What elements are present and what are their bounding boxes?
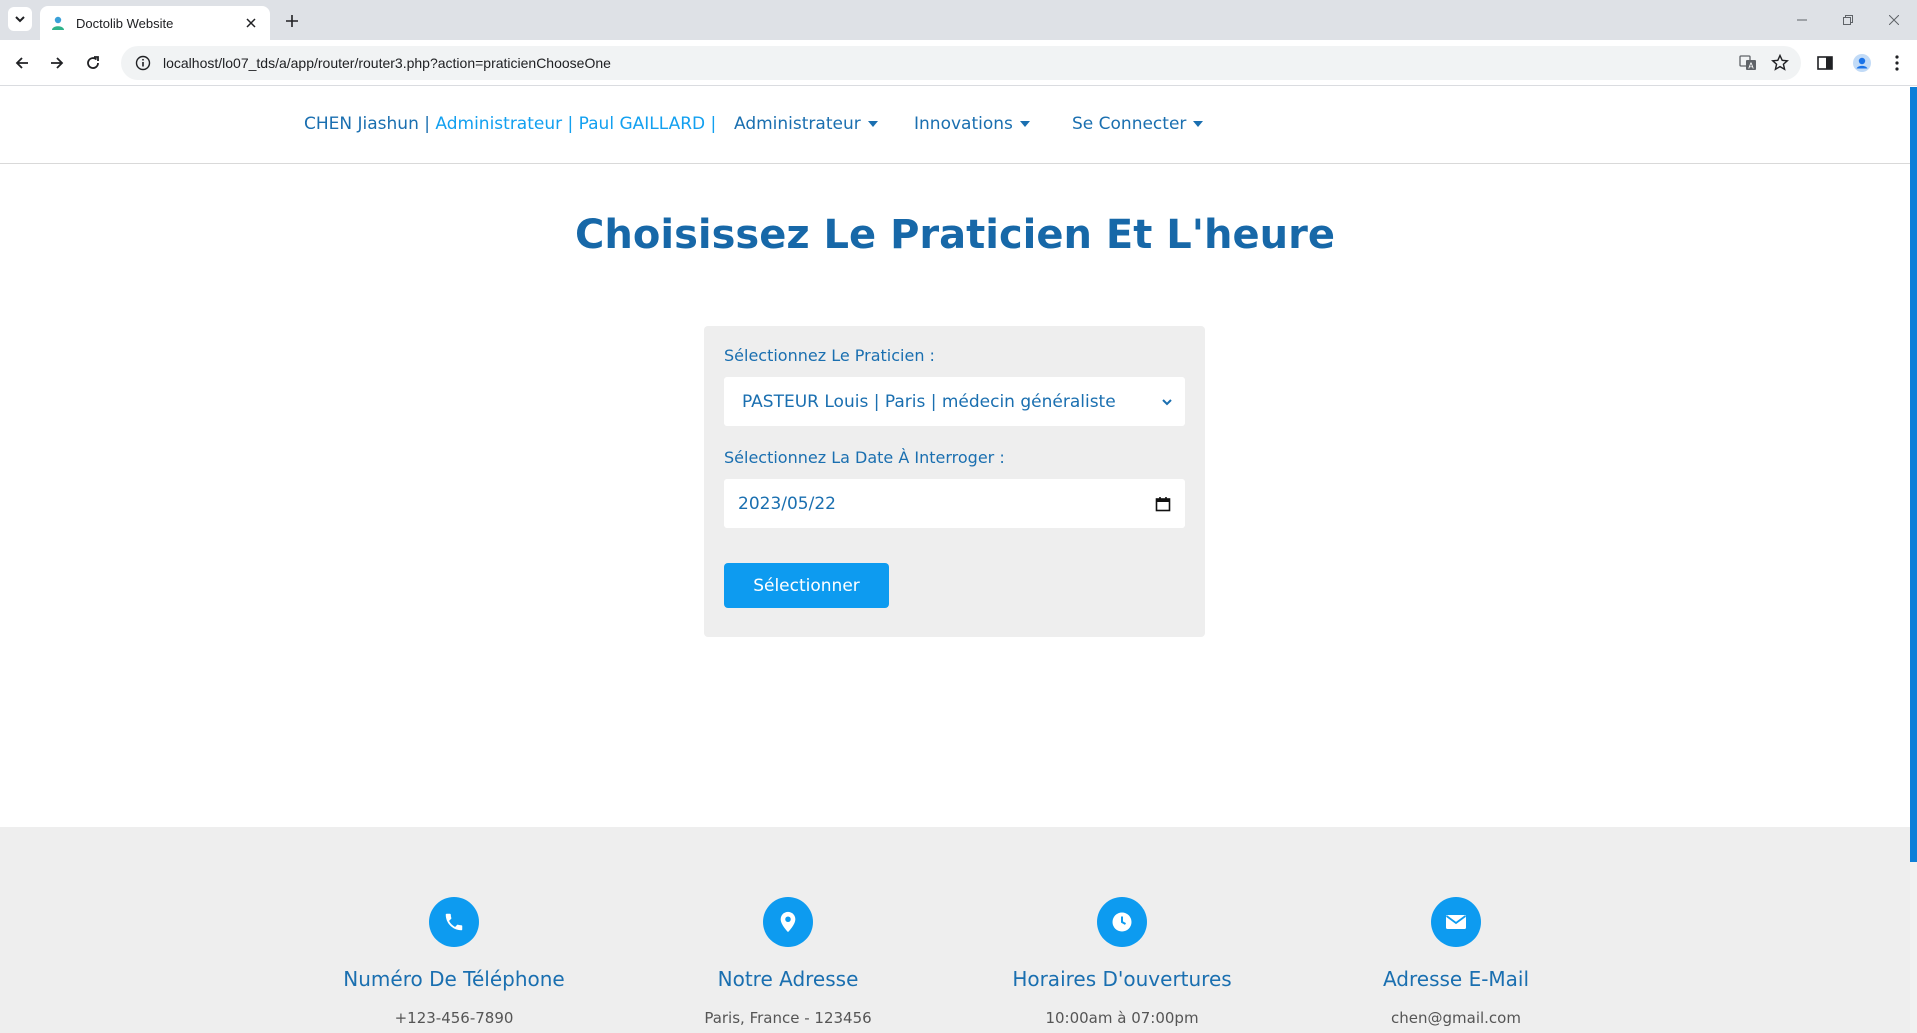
footer-email-text: chen@gmail.com xyxy=(1391,1009,1521,1027)
translate-icon[interactable]: A xyxy=(1739,54,1757,72)
nav-dropdown-se-connecter-label: Se Connecter xyxy=(1072,114,1187,134)
chevron-down-icon xyxy=(15,16,25,23)
navbar-user-info: CHEN Jiashun | Administrateur | Paul GAI… xyxy=(304,114,716,134)
calendar-icon[interactable] xyxy=(1155,496,1171,512)
address-bar[interactable]: localhost/lo07_tds/a/app/router/router3.… xyxy=(121,46,1801,80)
site-info-icon[interactable] xyxy=(135,55,151,71)
contact-footer: Numéro De Téléphone +123-456-7890 Notre … xyxy=(0,827,1910,1033)
plus-icon xyxy=(286,15,298,27)
side-panel-icon xyxy=(1817,56,1833,70)
minimize-button[interactable] xyxy=(1779,0,1825,40)
nav-dropdown-administrateur[interactable]: Administrateur xyxy=(734,114,878,134)
date-input-value: 2023/05/22 xyxy=(738,493,836,514)
site-navbar: CHEN Jiashun | Administrateur | Paul GAI… xyxy=(0,87,1910,164)
url-text[interactable]: localhost/lo07_tds/a/app/router/router3.… xyxy=(163,55,1739,71)
page-title: Choisissez Le Praticien Et L'heure xyxy=(575,212,1335,258)
close-tab-icon[interactable] xyxy=(242,14,260,32)
praticien-select[interactable]: PASTEUR Louis | Paris | médecin générali… xyxy=(724,377,1185,426)
footer-phone-title: Numéro De Téléphone xyxy=(343,967,565,991)
reload-icon xyxy=(87,56,99,69)
footer-phone: Numéro De Téléphone +123-456-7890 xyxy=(304,827,604,1027)
praticien-form: Sélectionnez Le Praticien : PASTEUR Loui… xyxy=(704,326,1205,637)
profile-button[interactable] xyxy=(1850,51,1874,75)
footer-address-text: Paris, France - 123456 xyxy=(704,1009,872,1027)
select-submit-button[interactable]: Sélectionner xyxy=(724,563,889,608)
minimize-icon xyxy=(1797,19,1807,21)
footer-hours-text: 10:00am à 07:00pm xyxy=(1045,1009,1199,1027)
arrow-left-icon xyxy=(15,57,28,69)
praticien-select-value: PASTEUR Louis | Paris | médecin générali… xyxy=(742,391,1116,412)
browser-toolbar: localhost/lo07_tds/a/app/router/router3.… xyxy=(0,40,1917,86)
forward-button[interactable] xyxy=(45,51,69,75)
footer-email: Adresse E-Mail chen@gmail.com xyxy=(1306,827,1606,1027)
page-scrollbar-thumb[interactable] xyxy=(1910,87,1917,862)
footer-hours: Horaires D'ouvertures 10:00am à 07:00pm xyxy=(972,827,1272,1027)
caret-down-icon xyxy=(867,121,878,127)
map-pin-icon xyxy=(763,897,813,947)
new-tab-button[interactable] xyxy=(280,9,304,33)
star-icon[interactable] xyxy=(1771,54,1789,72)
close-icon xyxy=(1889,15,1899,25)
nav-dropdown-se-connecter[interactable]: Se Connecter xyxy=(1072,114,1204,134)
footer-address: Notre Adresse Paris, France - 123456 xyxy=(638,827,938,1027)
tab-title: Doctolib Website xyxy=(76,15,174,31)
date-input-label: Sélectionnez La Date À Interroger : xyxy=(724,448,1005,467)
kebab-menu-icon xyxy=(1895,55,1899,71)
page-content: CHEN Jiashun | Administrateur | Paul GAI… xyxy=(0,87,1910,1033)
side-panel-button[interactable] xyxy=(1813,51,1837,75)
address-bar-actions: A xyxy=(1739,54,1801,72)
doctor-favicon-icon xyxy=(52,16,64,30)
restore-button[interactable] xyxy=(1825,0,1871,40)
nav-dropdown-innovations[interactable]: Innovations xyxy=(914,114,1030,134)
caret-down-icon xyxy=(1193,121,1204,127)
svg-text:A: A xyxy=(1748,62,1754,71)
date-input[interactable]: 2023/05/22 xyxy=(724,479,1185,528)
menu-button[interactable] xyxy=(1885,51,1909,75)
footer-hours-title: Horaires D'ouvertures xyxy=(1012,967,1232,991)
envelope-icon xyxy=(1431,897,1481,947)
phone-icon xyxy=(429,897,479,947)
caret-down-icon xyxy=(1019,121,1030,127)
praticien-select-label: Sélectionnez Le Praticien : xyxy=(724,346,935,365)
footer-address-title: Notre Adresse xyxy=(717,967,859,991)
browser-tab-bar: Doctolib Website xyxy=(0,0,1917,40)
close-window-button[interactable] xyxy=(1871,0,1917,40)
back-button[interactable] xyxy=(10,51,34,75)
footer-phone-text: +123-456-7890 xyxy=(394,1009,514,1027)
arrow-right-icon xyxy=(51,57,64,69)
footer-email-title: Adresse E-Mail xyxy=(1382,967,1530,991)
window-controls xyxy=(1779,0,1917,40)
navbar-user-roles: Administrateur | Paul GAILLARD | xyxy=(435,114,717,134)
profile-avatar-icon xyxy=(1853,54,1871,72)
nav-dropdown-innovations-label: Innovations xyxy=(914,114,1013,134)
browser-tab[interactable]: Doctolib Website xyxy=(40,6,270,40)
restore-icon xyxy=(1843,15,1853,25)
tab-search-button[interactable] xyxy=(8,7,32,31)
chevron-down-icon xyxy=(1162,398,1172,405)
clock-icon xyxy=(1097,897,1147,947)
navbar-user-name: CHEN Jiashun | xyxy=(304,114,436,134)
nav-dropdown-administrateur-label: Administrateur xyxy=(734,114,861,134)
reload-button[interactable] xyxy=(81,51,105,75)
